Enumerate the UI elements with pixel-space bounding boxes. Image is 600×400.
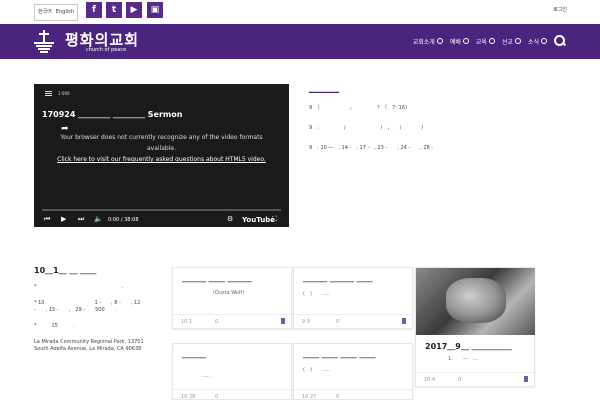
nav-label: 선교 — [501, 38, 513, 46]
view-count: 9 9 — [302, 319, 310, 325]
info-paragraph: 9 （ ， ？（ 7: 16) — [309, 105, 407, 111]
comment-count: 0 — [336, 319, 340, 325]
volume-icon[interactable]: 🔈 — [94, 215, 103, 223]
post-title[interactable]: ＿＿＿ ＿＿＿ ＿＿ — [303, 273, 373, 284]
view-count: 10 27 — [302, 394, 317, 400]
post-card[interactable]: ＿＿ ＿＿ ＿＿ ＿＿ ( ) ..... 10 27 0 — [293, 343, 413, 400]
post-footer: 10 28 0 — [173, 389, 291, 400]
video-title[interactable]: 170924 ＿＿＿＿ ＿＿＿＿ Sermon — [42, 109, 182, 120]
facebook-icon[interactable]: f — [86, 2, 102, 18]
playlist-icon[interactable] — [45, 91, 52, 96]
post-footer: 9 9 0 — [294, 314, 412, 328]
post-title[interactable]: ＿＿＿ — [182, 349, 206, 360]
view-count: 10 1 — [181, 319, 193, 325]
post-footer: 10 4 0 — [416, 372, 534, 386]
nav-label: 교회소개 — [412, 38, 435, 46]
post-title[interactable]: ＿＿＿ ＿＿ ＿＿＿ — [182, 273, 252, 284]
top-bar: 한국어 English f t ▶ ▣ 로그인 — [0, 0, 600, 24]
chevron-icon — [436, 38, 443, 44]
nav-item-news[interactable]: 소식 — [528, 37, 547, 46]
login-link[interactable]: 로그인 — [553, 6, 567, 13]
video-time: 0:00 / 38:08 — [108, 217, 139, 223]
video-error-text: Your browser does not currently recogniz… — [60, 134, 263, 152]
logo-english-text: church of peace — [86, 47, 127, 53]
info-heading[interactable]: ＿＿＿＿＿ — [309, 84, 569, 93]
search-icon[interactable] — [554, 35, 566, 47]
play-icon[interactable]: ▶ — [61, 215, 66, 223]
view-count: 10 4 — [424, 377, 436, 383]
info-paragraph: 9 : 10 — , 14 - , 17 - , 23 - , 24 - , 2… — [309, 145, 434, 151]
video-quality[interactable]: 1:000 — [45, 91, 70, 96]
chevron-icon — [541, 38, 547, 44]
video-player[interactable]: 1:000 170924 ＿＿＿＿ ＿＿＿＿ Sermon ➦ Your bro… — [34, 84, 289, 227]
nav-item-about[interactable]: 교회소개 — [413, 37, 443, 46]
post-card[interactable]: ＿＿＿ ..... 10 28 0 — [172, 343, 292, 400]
bookmark-icon[interactable] — [281, 318, 285, 324]
announcement-address: La Mirada Community Regional Park, 13701… — [34, 339, 144, 352]
announcement-paragraph: * 10 1 - , 8 - , 12 - , 15 - , 29 - 500 … — [34, 300, 141, 313]
twitter-icon[interactable]: t — [106, 2, 122, 18]
announcement-block: 10＿1＿ ＿ ＿＿ * . * 10 1 - , 8 - , 12 - , 1… — [34, 267, 154, 362]
praying-hands-image — [446, 278, 506, 323]
post-card[interactable]: ＿＿＿ ＿＿ ＿＿＿ (Ousta Wolf) 10 1 0 — [172, 267, 292, 329]
post-card[interactable]: ＿＿＿ ＿＿＿ ＿＿ ( ) ..... 9 9 0 — [293, 267, 413, 329]
previous-icon[interactable]: ⏮ — [44, 215, 50, 224]
bookmark-icon[interactable] — [402, 318, 406, 324]
nav-item-mission[interactable]: 선교 — [502, 37, 521, 46]
post-card[interactable]: 2017＿9＿ ＿＿＿＿＿ 1. — ... 10 4 0 — [415, 267, 535, 387]
announcement-paragraph: * . — [34, 284, 124, 290]
video-error-message: Your browser does not currently recogniz… — [54, 132, 269, 165]
post-excerpt: (Ousta Wolf) — [213, 290, 245, 296]
chevron-icon — [514, 38, 521, 44]
post-footer: 10 27 0 — [294, 389, 412, 400]
settings-gear-icon[interactable]: ⚙ — [227, 215, 233, 223]
nav-label: 예배 — [449, 38, 461, 46]
youtube-logo[interactable]: YouTube — [242, 216, 275, 224]
nav-label: 교육 — [475, 38, 487, 46]
comment-count: 0 — [215, 394, 219, 400]
main-nav: 교회소개 예배 교육 선교 소식 — [413, 35, 566, 47]
html5-faq-link[interactable]: Click here to visit our frequently asked… — [54, 154, 269, 165]
main-header: 평화의교회 church of peace 교회소개 예배 교육 선교 소식 — [0, 24, 600, 59]
video-progress-bar[interactable] — [42, 209, 281, 211]
info-paragraph: 9 : / / ， / / — [309, 125, 424, 131]
next-icon[interactable]: ⏭ — [78, 215, 84, 224]
chevron-icon — [488, 38, 495, 44]
comment-count: 0 — [215, 319, 219, 325]
fullscreen-icon[interactable]: ⛶ — [272, 215, 277, 224]
church-logo-icon[interactable] — [34, 30, 54, 54]
lang-flag-label: 한국어 — [38, 9, 52, 15]
post-excerpt: ( ) ..... — [303, 291, 330, 297]
post-footer: 10 1 0 — [173, 314, 291, 328]
nav-item-education[interactable]: 교육 — [476, 37, 495, 46]
announcement-paragraph: * 15 . — [34, 323, 75, 329]
video-controls: ⏮ ▶ ⏭ 🔈 0:00 / 38:08 ⚙ YouTube ⛶ — [34, 205, 289, 227]
post-excerpt: ..... — [182, 373, 210, 379]
post-title[interactable]: ＿＿ ＿＿ ＿＿ ＿＿ — [303, 349, 375, 360]
quality-label: 1:000 — [58, 91, 70, 96]
view-count: 10 28 — [181, 394, 196, 400]
post-title[interactable]: 2017＿9＿ ＿＿＿＿＿ — [425, 341, 512, 352]
post-thumbnail[interactable] — [416, 268, 535, 335]
post-excerpt: ( ) ..... — [303, 367, 330, 373]
language-switch-button[interactable]: 한국어 English — [34, 4, 78, 21]
chevron-icon — [462, 38, 469, 44]
nav-label: 소식 — [527, 38, 539, 46]
youtube-icon[interactable]: ▣ — [147, 2, 163, 18]
comment-count: 0 — [336, 394, 340, 400]
lang-label: English — [55, 9, 74, 15]
post-excerpt: 1. — ... — [448, 356, 478, 362]
video-icon[interactable]: ▶ — [126, 2, 142, 18]
bookmark-icon[interactable] — [524, 376, 528, 382]
sermon-info: ＿＿＿＿＿ 9 （ ， ？（ 7: 16) 9 : / / ， / / 9 : … — [309, 84, 569, 164]
nav-item-worship[interactable]: 예배 — [450, 37, 469, 46]
comment-count: 0 — [458, 377, 462, 383]
announcement-heading: 10＿1＿ ＿ ＿＿ — [34, 266, 97, 275]
